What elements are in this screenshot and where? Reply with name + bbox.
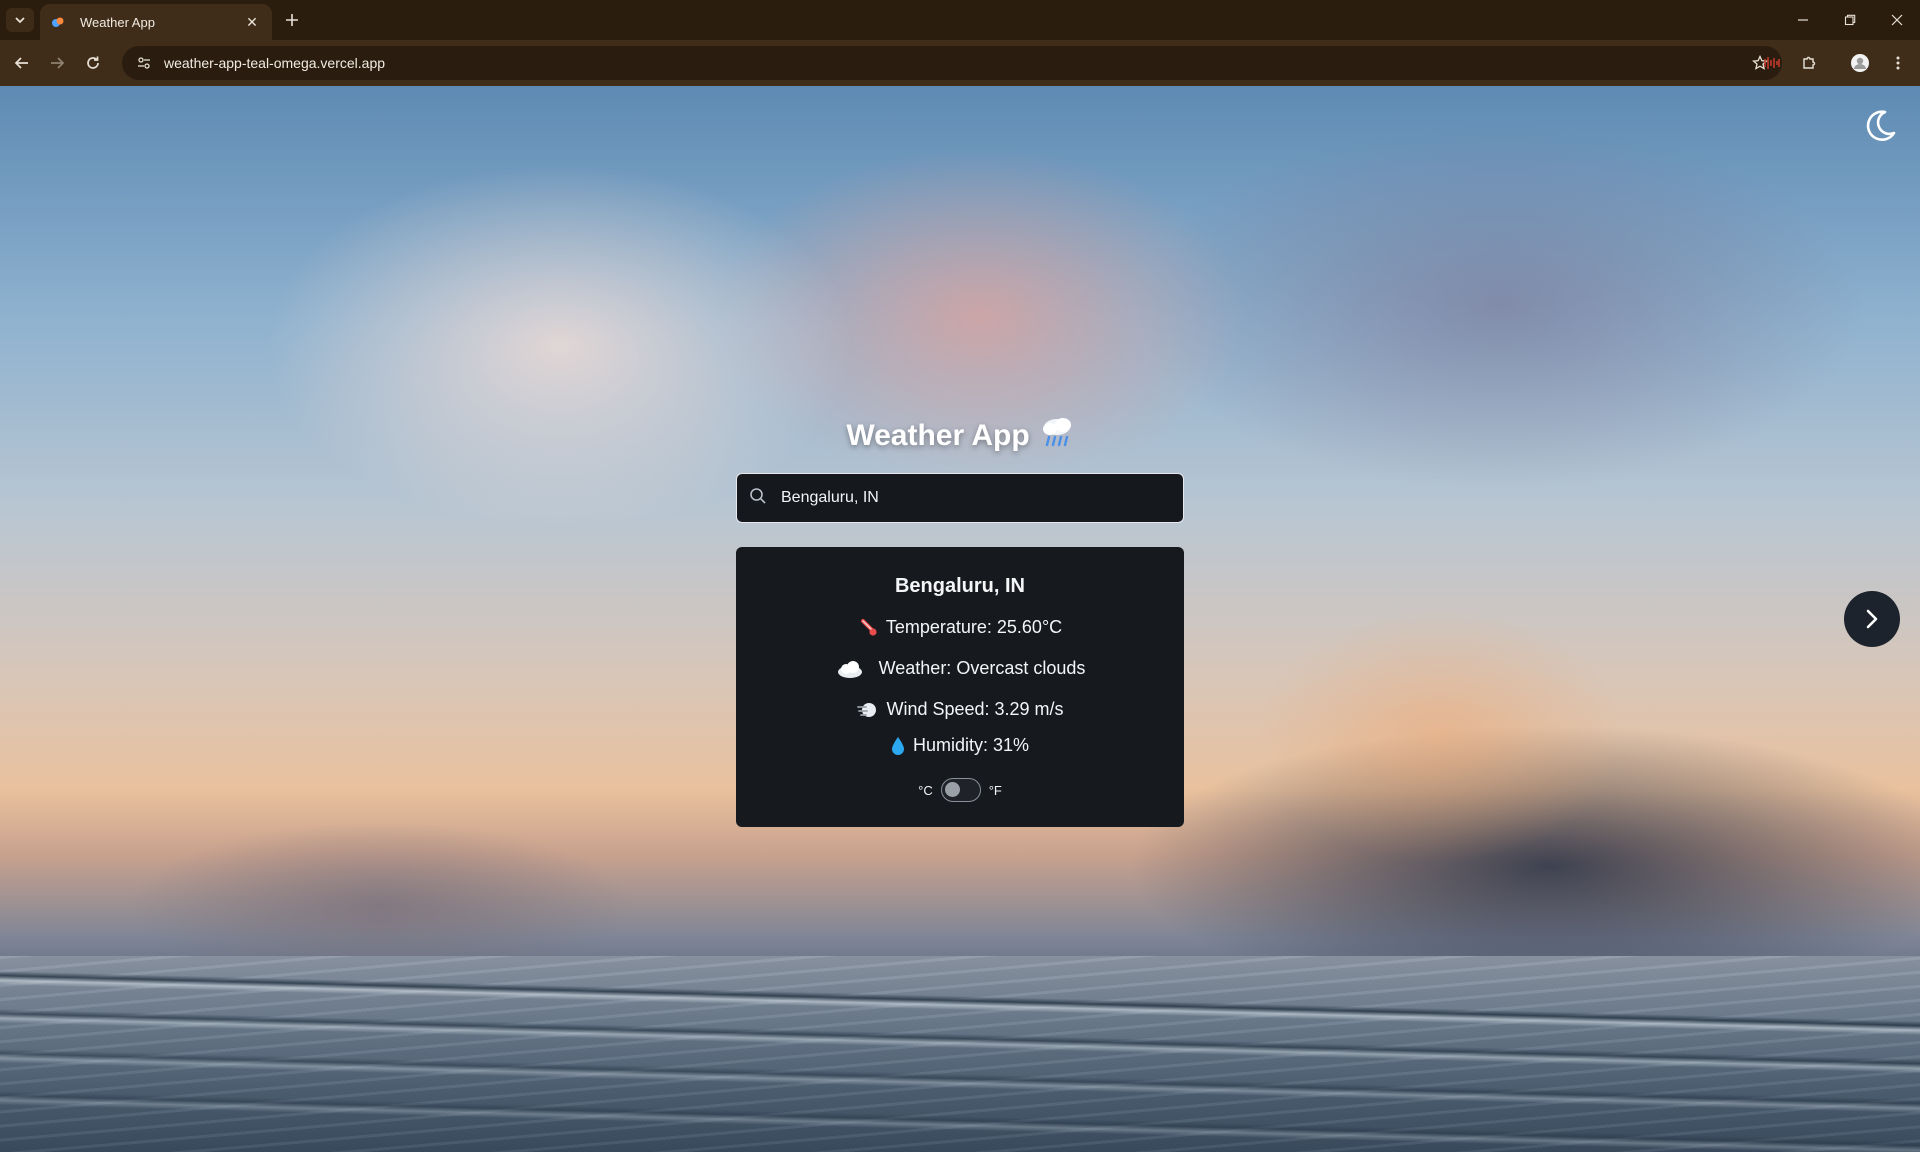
audio-extension-icon[interactable] [1760, 51, 1784, 75]
temperature-row: Temperature: 25.60°C [736, 617, 1184, 638]
celsius-label: °C [918, 782, 933, 798]
address-bar[interactable]: weather-app-teal-omega.vercel.app [122, 46, 1782, 80]
app-title: Weather App [760, 414, 1160, 458]
weather-row: Weather: Overcast clouds [736, 658, 1184, 679]
city-name: Bengaluru, IN [894, 575, 1025, 597]
restore-icon [1844, 14, 1856, 26]
fahrenheit-label: °F [988, 782, 1002, 798]
moon-icon [1866, 110, 1896, 141]
new-tab-button[interactable] [280, 8, 304, 32]
city-search-input[interactable] [767, 474, 1183, 522]
browser-toolbar: weather-app-teal-omega.vercel.app [0, 40, 1920, 86]
wind-icon [856, 700, 878, 720]
droplet-icon [891, 736, 905, 756]
page-viewport: Weather App Bengaluru, IN Temperature: 2… [0, 86, 1920, 1152]
humidity-label: Humidity: 31% [912, 735, 1030, 755]
chevron-right-icon [1866, 609, 1878, 629]
reload-button[interactable] [81, 51, 105, 75]
sea-background [0, 956, 1920, 1152]
city-search-box[interactable] [736, 473, 1184, 523]
profile-avatar-icon[interactable] [1848, 51, 1872, 75]
browser-menu-icon[interactable] [1886, 51, 1910, 75]
unit-toggle: °C °F [736, 778, 1184, 802]
wind-row: Wind Speed: 3.29 m/s [736, 699, 1184, 720]
chevron-down-icon [15, 17, 25, 24]
url-text: weather-app-teal-omega.vercel.app [164, 55, 386, 71]
close-icon [1891, 14, 1903, 26]
restore-button[interactable] [1827, 0, 1873, 40]
tab-close-icon[interactable]: ✕ [242, 12, 262, 32]
search-icon [749, 487, 767, 510]
forward-button[interactable] [45, 51, 69, 75]
weather-favicon-icon [50, 14, 66, 30]
arrow-left-icon [14, 57, 28, 69]
rain-cloud-icon [1040, 416, 1074, 456]
unit-switch[interactable] [940, 778, 981, 802]
close-window-button[interactable] [1874, 0, 1920, 40]
weather-card: Bengaluru, IN Temperature: 25.60°C Weath… [736, 547, 1184, 827]
cloud-icon [835, 659, 865, 679]
reload-icon [87, 56, 99, 69]
back-button[interactable] [10, 51, 34, 75]
site-info-icon[interactable] [134, 53, 154, 73]
minimize-icon [1798, 19, 1808, 21]
extensions-puzzle-icon[interactable] [1797, 51, 1821, 75]
tab-search-button[interactable] [6, 8, 34, 32]
humidity-row: Humidity: 31% [736, 735, 1184, 756]
weather-label: Weather: Overcast clouds [878, 658, 1086, 678]
wind-label: Wind Speed: 3.29 m/s [886, 699, 1064, 719]
browser-tab-bar: Weather App ✕ [0, 0, 1920, 40]
browser-tab[interactable]: Weather App ✕ [40, 4, 272, 40]
next-button[interactable] [1844, 591, 1900, 647]
minimize-button[interactable] [1780, 0, 1826, 40]
thermometer-icon [858, 618, 878, 638]
theme-toggle-button[interactable] [1860, 106, 1900, 146]
arrow-right-icon [51, 57, 65, 69]
plus-icon [286, 14, 298, 26]
app-title-text: Weather App [846, 419, 1030, 452]
temperature-label: Temperature: 25.60°C [885, 617, 1063, 637]
switch-knob [944, 782, 960, 797]
tab-title: Weather App [80, 14, 155, 30]
